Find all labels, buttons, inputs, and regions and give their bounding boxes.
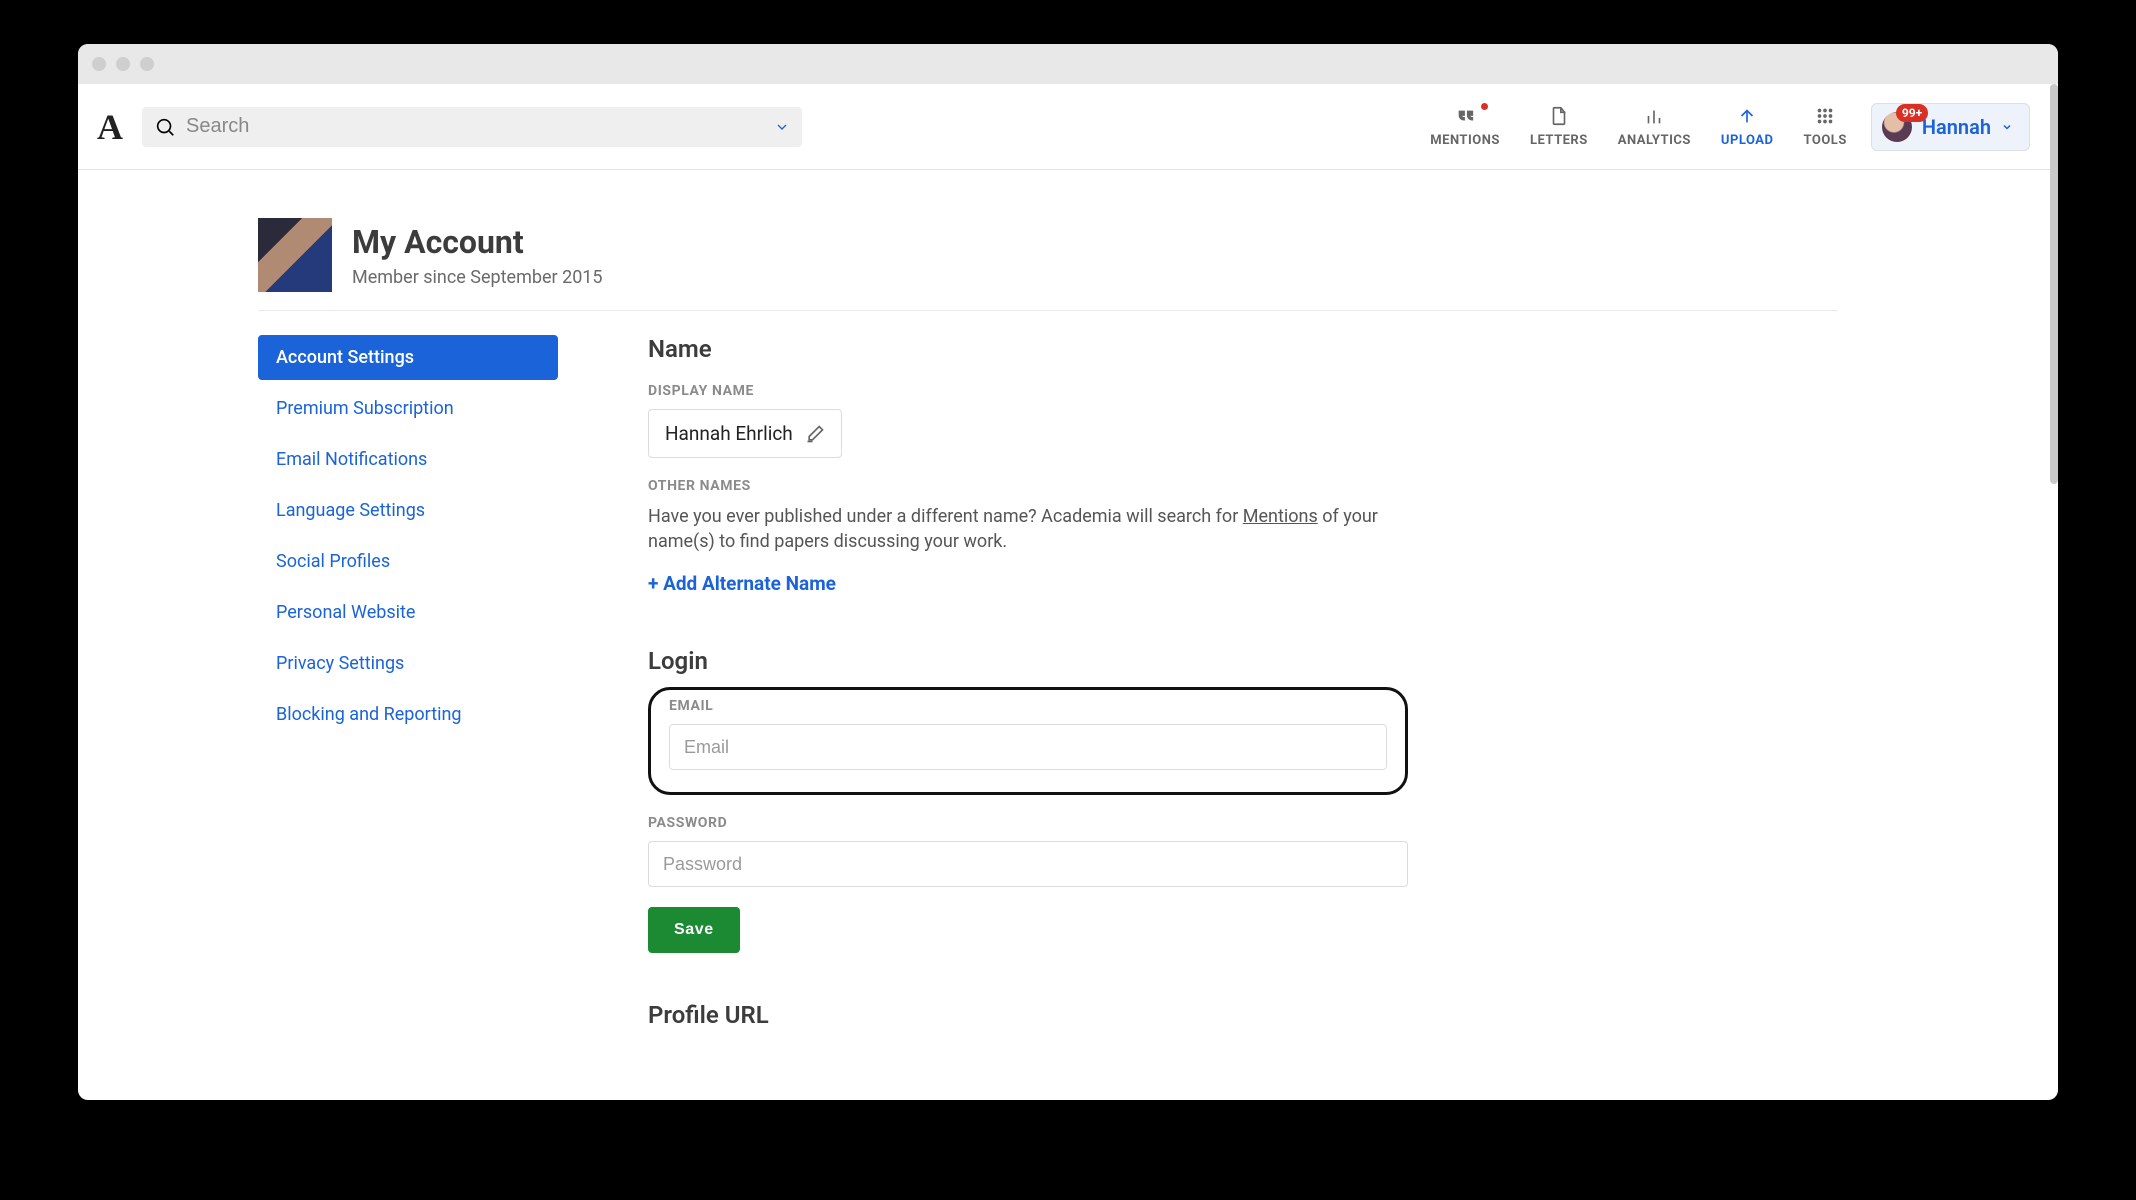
page-title: My Account	[352, 223, 603, 261]
nav-letters[interactable]: Letters	[1530, 105, 1588, 148]
sidebar-item-privacy-settings[interactable]: Privacy Settings	[258, 641, 558, 686]
email-field-group: Email	[648, 687, 1408, 795]
notification-dot	[1481, 103, 1488, 110]
upload-icon	[1736, 105, 1758, 127]
site-logo[interactable]: A	[90, 106, 130, 148]
search-dropdown-icon[interactable]	[774, 119, 790, 135]
window-zoom-dot[interactable]	[140, 57, 154, 71]
email-label: Email	[669, 698, 1387, 714]
sidebar-item-email-notifications[interactable]: Email Notifications	[258, 437, 558, 482]
header-nav: Mentions Letters Analytics Upload Tools	[1430, 105, 1847, 148]
user-name: Hannah	[1922, 115, 1991, 139]
email-input[interactable]	[669, 724, 1387, 770]
nav-mentions[interactable]: Mentions	[1430, 105, 1500, 148]
bar-chart-icon	[1643, 105, 1665, 127]
chevron-down-icon	[2001, 121, 2013, 133]
page-header: My Account Member since September 2015	[258, 218, 1838, 311]
display-name-value: Hannah Ehrlich	[665, 422, 793, 445]
password-label: Password	[648, 815, 1408, 831]
window-close-dot[interactable]	[92, 57, 106, 71]
scrollbar-thumb[interactable]	[2050, 84, 2058, 484]
search-icon	[154, 116, 176, 138]
section-heading-profile-url: Profile URL	[648, 1001, 1408, 1029]
sidebar-item-personal-website[interactable]: Personal Website	[258, 590, 558, 635]
window-titlebar	[78, 44, 2058, 84]
app-header: A Mentions Letters Anal	[78, 84, 2058, 170]
nav-label: Upload	[1721, 133, 1774, 148]
page-viewport: A Mentions Letters Anal	[78, 84, 2058, 1100]
global-search[interactable]	[142, 107, 802, 147]
password-input[interactable]	[648, 841, 1408, 887]
other-names-hint: Have you ever published under a differen…	[648, 504, 1408, 554]
nav-upload[interactable]: Upload	[1721, 105, 1774, 148]
notification-badge: 99+	[1896, 104, 1928, 122]
display-name-label: Display Name	[648, 383, 1408, 399]
profile-photo[interactable]	[258, 218, 332, 292]
avatar: 99+	[1882, 112, 1912, 142]
sidebar-item-social-profiles[interactable]: Social Profiles	[258, 539, 558, 584]
settings-sidebar: Account Settings Premium Subscription Em…	[258, 335, 558, 1041]
sidebar-item-account-settings[interactable]: Account Settings	[258, 335, 558, 380]
other-names-label: Other Names	[648, 478, 1408, 494]
mentions-link[interactable]: Mentions	[1243, 506, 1318, 527]
grid-icon	[1814, 105, 1836, 127]
sidebar-item-blocking-reporting[interactable]: Blocking and Reporting	[258, 692, 558, 737]
nav-label: Letters	[1530, 133, 1588, 148]
settings-main: Name Display Name Hannah Ehrlich Other N…	[648, 335, 1408, 1041]
section-heading-login: Login	[648, 647, 1408, 675]
section-heading-name: Name	[648, 335, 1408, 363]
add-alternate-name-link[interactable]: + Add Alternate Name	[648, 572, 836, 595]
window-minimize-dot[interactable]	[116, 57, 130, 71]
browser-window: A Mentions Letters Anal	[78, 44, 2058, 1100]
member-since: Member since September 2015	[352, 267, 603, 288]
user-menu[interactable]: 99+ Hannah	[1871, 103, 2030, 151]
nav-label: Tools	[1804, 133, 1847, 148]
sidebar-item-language-settings[interactable]: Language Settings	[258, 488, 558, 533]
sidebar-item-premium-subscription[interactable]: Premium Subscription	[258, 386, 558, 431]
hint-text: Have you ever published under a differen…	[648, 506, 1243, 527]
nav-label: Mentions	[1430, 133, 1500, 148]
search-input[interactable]	[186, 115, 764, 138]
page-content: My Account Member since September 2015 A…	[78, 170, 2058, 1041]
scrollbar[interactable]	[2050, 84, 2058, 1100]
nav-label: Analytics	[1618, 133, 1691, 148]
password-field-group: Password	[648, 815, 1408, 887]
nav-analytics[interactable]: Analytics	[1618, 105, 1691, 148]
nav-tools[interactable]: Tools	[1804, 105, 1847, 148]
quote-icon	[1454, 105, 1476, 127]
save-button[interactable]: Save	[648, 907, 740, 953]
file-icon	[1548, 105, 1570, 127]
edit-icon[interactable]	[805, 424, 825, 444]
display-name-chip[interactable]: Hannah Ehrlich	[648, 409, 842, 458]
